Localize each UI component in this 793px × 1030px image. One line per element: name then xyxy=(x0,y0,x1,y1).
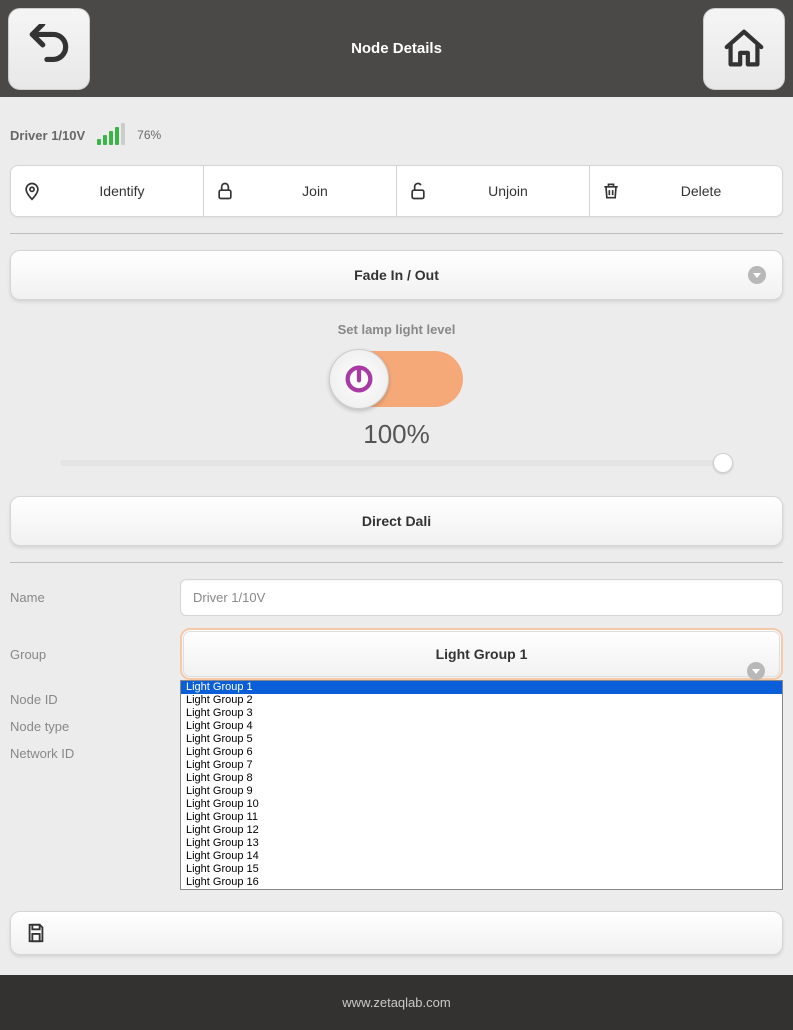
group-option[interactable]: Light Group 10 xyxy=(181,798,782,811)
footer-url: www.zetaqlab.com xyxy=(342,995,450,1010)
lamp-level-value: 100% xyxy=(10,419,783,450)
group-option[interactable]: Light Group 13 xyxy=(181,837,782,850)
back-button[interactable] xyxy=(8,8,90,90)
join-label: Join xyxy=(244,183,386,199)
join-button[interactable]: Join xyxy=(204,166,397,216)
group-select[interactable]: Light Group 1 xyxy=(180,628,783,680)
name-label: Name xyxy=(10,590,180,605)
group-option[interactable]: Light Group 3 xyxy=(181,707,782,720)
group-option[interactable]: Light Group 6 xyxy=(181,746,782,759)
lock-icon xyxy=(214,180,236,202)
group-option[interactable]: Light Group 11 xyxy=(181,811,782,824)
chevron-down-icon xyxy=(747,662,765,680)
toggle-knob xyxy=(329,349,389,409)
fade-expand-button[interactable]: Fade In / Out xyxy=(10,250,783,300)
action-toolbar: Identify Join Unjoin Delete xyxy=(10,165,783,217)
lamp-level-slider[interactable] xyxy=(60,460,733,466)
divider xyxy=(10,233,783,234)
group-option[interactable]: Light Group 7 xyxy=(181,759,782,772)
group-option[interactable]: Light Group 12 xyxy=(181,824,782,837)
lamp-toggle[interactable] xyxy=(331,351,463,407)
group-option[interactable]: Light Group 16 xyxy=(181,876,782,889)
direct-dali-label: Direct Dali xyxy=(362,513,431,529)
fade-label: Fade In / Out xyxy=(354,267,439,283)
delete-label: Delete xyxy=(630,183,772,199)
group-dropdown-list[interactable]: Light Group 1Light Group 2Light Group 3L… xyxy=(180,680,783,890)
back-arrow-icon xyxy=(24,24,74,74)
divider xyxy=(10,562,783,563)
unjoin-button[interactable]: Unjoin xyxy=(397,166,590,216)
slider-thumb[interactable] xyxy=(713,453,733,473)
group-option[interactable]: Light Group 4 xyxy=(181,720,782,733)
group-selected-value: Light Group 1 xyxy=(436,646,528,662)
unjoin-label: Unjoin xyxy=(437,183,579,199)
driver-label: Driver 1/10V xyxy=(10,128,85,143)
trash-icon xyxy=(600,180,622,202)
name-input[interactable] xyxy=(180,579,783,616)
group-option[interactable]: Light Group 2 xyxy=(181,694,782,707)
save-button[interactable] xyxy=(10,911,783,955)
footer: www.zetaqlab.com xyxy=(0,975,793,1030)
home-icon xyxy=(721,26,767,72)
group-option[interactable]: Light Group 1 xyxy=(181,681,782,694)
networkid-label: Network ID xyxy=(10,746,180,761)
pin-icon xyxy=(21,180,43,202)
save-icon xyxy=(25,922,47,944)
nodetype-label: Node type xyxy=(10,719,180,734)
group-option[interactable]: Light Group 15 xyxy=(181,863,782,876)
status-row: Driver 1/10V 76% xyxy=(10,97,783,165)
lamp-section-label: Set lamp light level xyxy=(10,322,783,337)
signal-icon xyxy=(97,125,125,145)
direct-dali-button[interactable]: Direct Dali xyxy=(10,496,783,546)
group-option[interactable]: Light Group 5 xyxy=(181,733,782,746)
chevron-down-icon xyxy=(748,266,766,284)
group-option[interactable]: Light Group 8 xyxy=(181,772,782,785)
group-label: Group xyxy=(10,647,180,662)
page-title: Node Details xyxy=(351,40,442,57)
identify-label: Identify xyxy=(51,183,193,199)
delete-button[interactable]: Delete xyxy=(590,166,782,216)
group-option[interactable]: Light Group 9 xyxy=(181,785,782,798)
home-button[interactable] xyxy=(703,8,785,90)
app-header: Node Details xyxy=(0,0,793,97)
signal-percent: 76% xyxy=(137,128,161,142)
unlock-icon xyxy=(407,180,429,202)
identify-button[interactable]: Identify xyxy=(11,166,204,216)
group-option[interactable]: Light Group 14 xyxy=(181,850,782,863)
power-icon xyxy=(342,362,376,396)
nodeid-label: Node ID xyxy=(10,692,180,707)
